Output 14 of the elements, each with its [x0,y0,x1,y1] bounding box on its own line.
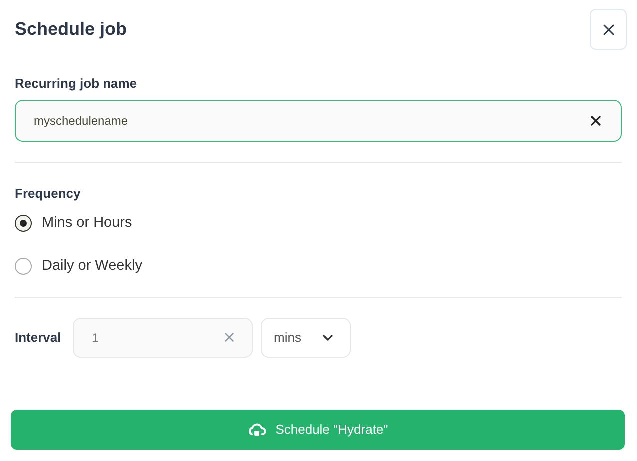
radio-option[interactable]: Daily or Weekly [15,256,622,277]
name-field[interactable]: myschedulename [15,100,622,142]
interval-label: Interval [15,329,62,348]
unit-dropdown[interactable]: mins [261,318,351,358]
radio-button[interactable] [15,258,32,275]
radio-button[interactable] [15,215,32,232]
field-label: Recurring job name [15,75,138,92]
interval-field[interactable]: 1 [73,318,253,358]
dialog-title: Schedule job [15,18,128,41]
section-label: Frequency [15,185,82,202]
close-button[interactable] [590,9,627,50]
radio-option[interactable]: Mins or Hours [15,213,622,234]
clear-icon[interactable] [588,113,604,129]
cloud-icon [248,422,266,438]
